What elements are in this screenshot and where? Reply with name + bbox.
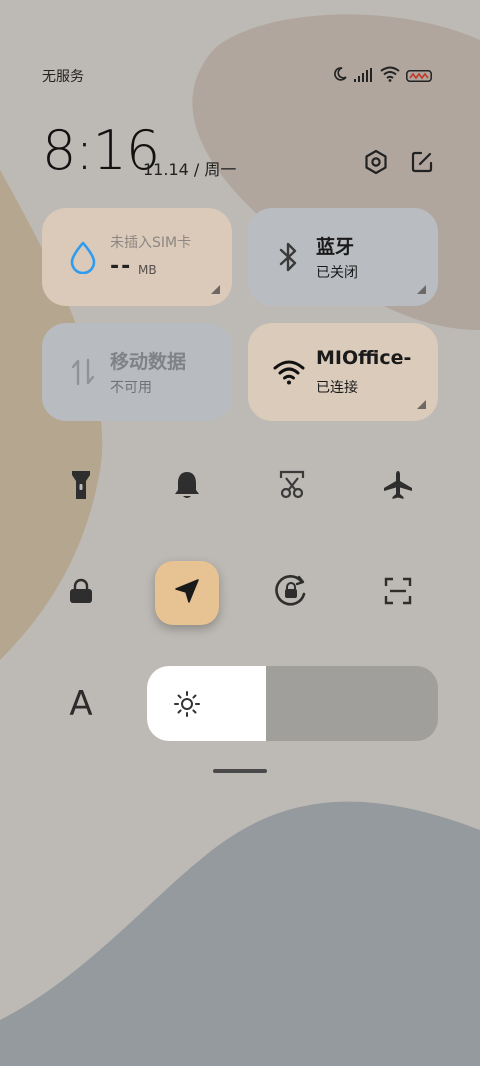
edit-icon (410, 150, 434, 178)
airplane-mode-toggle[interactable] (366, 455, 430, 519)
clock-date: 11.14 / 周一 (143, 160, 237, 179)
mobile-data-status: 不可用 (110, 380, 152, 396)
sim-status-label: 未插入SIM卡 (110, 235, 192, 251)
sun-icon (174, 691, 200, 717)
expand-corner-icon (417, 285, 426, 294)
battery-icon (406, 67, 432, 86)
carrier-status: 无服务 (42, 69, 84, 85)
scissors-icon (278, 470, 306, 504)
brightness-slider[interactable] (147, 666, 438, 741)
bluetooth-title: 蓝牙 (316, 236, 355, 258)
signal-icon (354, 67, 374, 86)
wifi-status: 已连接 (316, 380, 358, 396)
water-drop-icon (66, 240, 100, 274)
flashlight-toggle[interactable] (49, 455, 113, 519)
ringer-toggle[interactable] (155, 455, 219, 519)
wifi-network-name: MIOffice- (316, 347, 412, 369)
scan-icon (384, 577, 412, 609)
drag-handle[interactable] (213, 769, 267, 773)
airplane-icon (382, 469, 414, 505)
bluetooth-icon (272, 240, 306, 274)
bell-icon (173, 470, 201, 504)
mobile-data-title: 移动数据 (110, 351, 187, 373)
screenshot-toggle[interactable] (260, 455, 324, 519)
wifi-tile[interactable]: MIOffice- 已连接 (248, 323, 438, 421)
expand-corner-icon (417, 400, 426, 409)
scanner-toggle[interactable] (366, 561, 430, 625)
wifi-icon (272, 355, 306, 389)
bluetooth-status: 已关闭 (316, 265, 358, 281)
brightness-fill (147, 666, 267, 741)
status-icons (332, 66, 438, 86)
mobile-data-tile[interactable]: 移动数据 不可用 (42, 323, 232, 421)
bluetooth-tile[interactable]: 蓝牙 已关闭 (248, 208, 438, 306)
expand-corner-icon (211, 285, 220, 294)
lock-screen-toggle[interactable] (49, 561, 113, 625)
lock-icon (68, 578, 94, 608)
data-usage-value: -- (110, 254, 133, 279)
wifi-icon (380, 66, 400, 86)
data-usage-unit: MB (138, 263, 157, 277)
flashlight-icon (70, 469, 92, 505)
clock-time: 8:16 (42, 119, 160, 182)
edit-button[interactable] (406, 148, 438, 180)
font-size-button[interactable]: A (56, 674, 106, 734)
data-usage-tile[interactable]: 未插入SIM卡 -- MB (42, 208, 232, 306)
location-toggle[interactable] (155, 561, 219, 625)
location-arrow-icon (174, 578, 200, 608)
settings-icon (363, 149, 389, 179)
moon-icon (332, 66, 348, 86)
rotation-lock-icon (274, 574, 310, 612)
rotation-lock-toggle[interactable] (260, 561, 324, 625)
settings-button[interactable] (360, 148, 392, 180)
data-arrows-icon (66, 355, 100, 389)
